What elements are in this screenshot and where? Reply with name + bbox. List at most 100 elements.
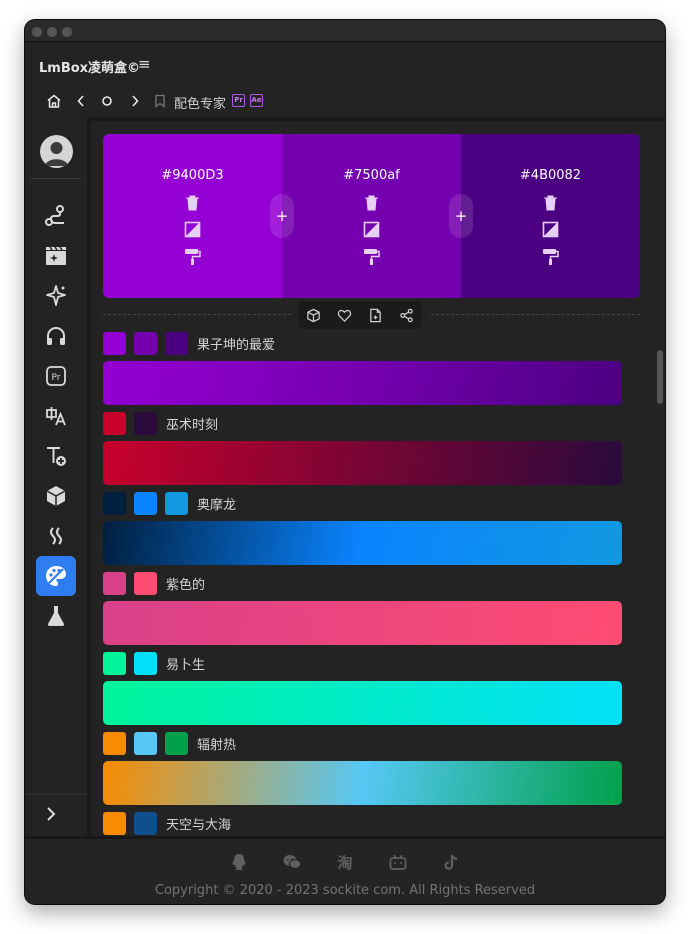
cube-icon [46, 486, 66, 506]
sidebar-bottom-divider [25, 794, 87, 795]
sidebar-item-video[interactable] [36, 236, 76, 276]
scheme-item[interactable]: 辐射热 [103, 731, 622, 811]
swatch-hex[interactable]: #7500af [282, 168, 461, 183]
gradient-preview[interactable] [103, 361, 622, 405]
color-chip[interactable] [134, 411, 157, 435]
sidebar-item-lab[interactable] [36, 596, 76, 636]
palette-swatch[interactable]: #9400D3 [103, 134, 282, 298]
svg-text:Pr: Pr [52, 373, 61, 383]
zoom-window-button[interactable] [62, 27, 72, 37]
gradient-preview[interactable] [103, 681, 622, 725]
trash-icon[interactable] [363, 194, 380, 211]
color-chip[interactable] [134, 491, 157, 515]
close-window-button[interactable] [32, 27, 42, 37]
color-chip[interactable] [103, 491, 126, 515]
scheme-color-chips: 奥摩龙 [103, 491, 236, 515]
dashed-divider [103, 314, 291, 315]
route-icon [45, 205, 64, 226]
minimize-window-button[interactable] [47, 27, 57, 37]
color-chip[interactable] [134, 811, 157, 835]
premiere-badge: Pr [232, 94, 245, 107]
insert-color-button[interactable]: + [449, 194, 473, 238]
palette-swatch[interactable]: #4B0082 [461, 134, 640, 298]
paint-roller-icon[interactable] [363, 248, 380, 265]
bookmark-icon[interactable] [154, 94, 166, 108]
sidebar-item-effects[interactable] [36, 276, 76, 316]
app-header: LmBox凌萌盒© ≡ [25, 43, 665, 87]
color-chip[interactable] [103, 411, 126, 435]
scheme-list: 果子坤的最爱巫术时刻 奥摩龙紫色的易卜生辐射热天空与大海 [103, 331, 622, 836]
qq-icon[interactable] [229, 852, 249, 872]
gradient-preview[interactable] [103, 601, 622, 645]
color-chip[interactable] [134, 331, 157, 355]
avatar[interactable] [40, 135, 73, 168]
insert-color-button[interactable]: + [270, 194, 294, 238]
sidebar-item-premiere[interactable]: Pr [36, 356, 76, 396]
sidebar: Pr [25, 120, 87, 836]
swatch-hex[interactable]: #4B0082 [461, 168, 640, 183]
taobao-icon[interactable]: 淘 [335, 852, 355, 872]
hamburger-icon[interactable]: ≡ [138, 55, 151, 73]
color-chip[interactable] [165, 331, 188, 355]
color-chip[interactable] [103, 731, 126, 755]
trash-icon[interactable] [184, 194, 201, 211]
trash-icon[interactable] [542, 194, 559, 211]
wechat-icon[interactable] [282, 852, 302, 872]
color-chip[interactable] [103, 331, 126, 355]
sidebar-item-3d[interactable] [36, 476, 76, 516]
gradient-preview[interactable] [103, 521, 622, 565]
adjust-color-icon[interactable] [542, 221, 559, 238]
scheme-name: 紫色的 [166, 577, 206, 593]
color-chip[interactable] [165, 731, 188, 755]
scheme-item[interactable]: 易卜生 [103, 651, 622, 731]
dashed-divider [431, 314, 640, 315]
bilibili-icon[interactable] [388, 852, 408, 872]
share-button[interactable] [391, 301, 422, 329]
translate-icon [46, 407, 66, 426]
color-chip[interactable] [103, 571, 126, 595]
scheme-item[interactable]: 果子坤的最爱 [103, 331, 622, 411]
color-chip[interactable] [103, 651, 126, 675]
scheme-name: 辐射热 [197, 737, 237, 753]
sidebar-item-flow[interactable] [36, 436, 76, 476]
after-effects-badge: Ae [250, 94, 263, 107]
sidebar-item-waves[interactable] [36, 516, 76, 556]
scheme-item[interactable]: 巫术时刻 [103, 411, 622, 491]
scrollbar-thumb[interactable] [657, 350, 663, 404]
gradient-preview[interactable] [103, 441, 622, 485]
palette-toolbar [298, 301, 422, 329]
scheme-color-chips: 天空与大海 [103, 811, 231, 835]
refresh-icon[interactable] [101, 95, 113, 107]
adjust-color-icon[interactable] [184, 221, 201, 238]
sidebar-item-palette[interactable] [36, 556, 76, 596]
forward-icon[interactable] [129, 94, 141, 108]
paint-roller-icon[interactable] [184, 248, 201, 265]
home-icon[interactable] [46, 93, 62, 109]
adjust-color-icon[interactable] [363, 221, 380, 238]
scheme-color-chips: 紫色的 [103, 571, 205, 595]
tiktok-icon[interactable] [441, 852, 461, 872]
heart-icon [337, 309, 352, 322]
swatch-hex[interactable]: #9400D3 [103, 168, 282, 183]
export-3d-button[interactable] [298, 301, 329, 329]
scheme-item[interactable]: 紫色的 [103, 571, 622, 651]
scheme-name: 果子坤的最爱 [197, 337, 276, 353]
color-chip[interactable] [134, 731, 157, 755]
favorite-button[interactable] [329, 301, 360, 329]
palette-swatch[interactable]: #7500af [282, 134, 461, 298]
new-file-button[interactable] [360, 301, 391, 329]
color-chip[interactable] [165, 491, 188, 515]
color-chip[interactable] [134, 571, 157, 595]
scheme-item[interactable]: 天空与大海 [103, 811, 622, 836]
expand-sidebar-icon[interactable] [44, 805, 58, 823]
color-chip[interactable] [134, 651, 157, 675]
color-chip[interactable] [103, 811, 126, 835]
back-icon[interactable] [75, 94, 87, 108]
paint-roller-icon[interactable] [542, 248, 559, 265]
scheme-item[interactable]: 奥摩龙 [103, 491, 622, 571]
sidebar-item-audio[interactable] [36, 316, 76, 356]
gradient-preview[interactable] [103, 761, 622, 805]
sparkle-icon [46, 285, 66, 306]
sidebar-item-route[interactable] [36, 196, 76, 236]
sidebar-item-translate[interactable] [36, 396, 76, 436]
